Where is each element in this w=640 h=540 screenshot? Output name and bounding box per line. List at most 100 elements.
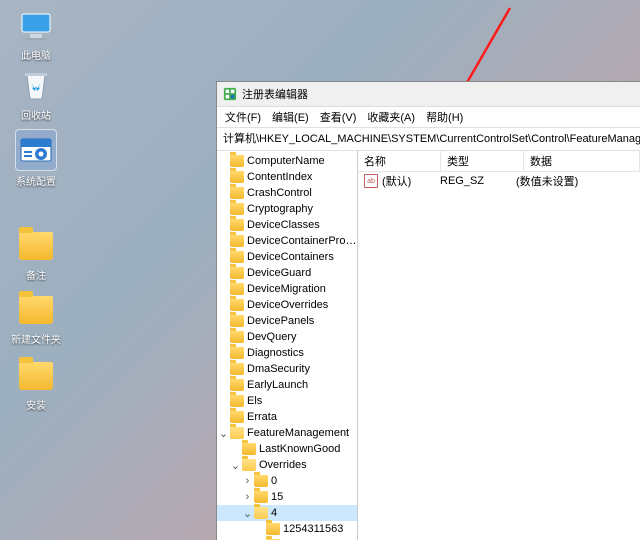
desktop-icon-folder-3[interactable]: 安装	[6, 358, 66, 412]
tree-key-label: LastKnownGood	[259, 443, 340, 455]
tree-key-label: ContentIndex	[247, 171, 312, 183]
folder-icon	[230, 379, 244, 391]
tree-key[interactable]: Els	[217, 393, 357, 409]
tree-key[interactable]: DmaSecurity	[217, 361, 357, 377]
folder-icon	[230, 395, 244, 407]
value-data: (数值未设置)	[510, 173, 578, 189]
tree-key[interactable]: DeviceContainers	[217, 249, 357, 265]
value-list[interactable]: 名称 类型 数据 ab (默认) REG_SZ (数值未设置)	[358, 151, 640, 540]
regedit-window: 注册表编辑器 文件(F) 编辑(E) 查看(V) 收藏夹(A) 帮助(H) 计算…	[216, 81, 640, 540]
desktop-icon-recycle-bin[interactable]: 回收站	[6, 68, 66, 122]
icon-label: 回收站	[6, 107, 66, 122]
folder-icon	[230, 315, 244, 327]
tree-key-label: DeviceGuard	[247, 267, 311, 279]
folder-icon	[242, 443, 256, 455]
tree-key[interactable]: Cryptography	[217, 201, 357, 217]
folder-icon	[230, 411, 244, 423]
tree-key-label: EarlyLaunch	[247, 379, 308, 391]
chevron-right-icon[interactable]: ›	[241, 475, 254, 487]
tree-key-label: Overrides	[259, 459, 307, 471]
folder-icon	[230, 427, 244, 439]
string-value-icon: ab	[364, 174, 378, 188]
col-type[interactable]: 类型	[441, 151, 524, 171]
tree-key-label: DeviceMigration	[247, 283, 326, 295]
tree-key-label: CrashControl	[247, 187, 312, 199]
icon-label: 此电脑	[6, 47, 66, 62]
folder-icon	[230, 267, 244, 279]
menu-view[interactable]: 查看(V)	[316, 108, 361, 126]
regedit-icon	[223, 87, 237, 101]
value-name: (默认)	[382, 173, 411, 189]
folder-icon	[230, 331, 244, 343]
chevron-down-icon[interactable]: ⌄	[229, 459, 242, 472]
col-data[interactable]: 数据	[524, 151, 640, 171]
desktop-icon-folder-2[interactable]: 新建文件夹	[6, 292, 66, 346]
icon-label: 安装	[6, 397, 66, 412]
tree-key[interactable]: DeviceContainerPropertyUpda	[217, 233, 357, 249]
icon-label: 备注	[6, 267, 66, 282]
folder-icon	[230, 219, 244, 231]
tree-key-label: Errata	[247, 411, 277, 423]
chevron-right-icon[interactable]: ›	[241, 491, 254, 503]
tree-key-label: DeviceOverrides	[247, 299, 328, 311]
value-type: REG_SZ	[434, 175, 510, 187]
folder-icon	[230, 187, 244, 199]
folder-icon	[254, 475, 268, 487]
tree-key-label: Cryptography	[247, 203, 313, 215]
tree-key[interactable]: DeviceClasses	[217, 217, 357, 233]
value-row[interactable]: ab (默认) REG_SZ (数值未设置)	[358, 172, 640, 190]
tree-key[interactable]: ›0	[217, 473, 357, 489]
tree-key-label: 4	[271, 507, 277, 519]
tree-key-label: 0	[271, 475, 277, 487]
tree-key-label: DeviceClasses	[247, 219, 320, 231]
chevron-down-icon[interactable]: ⌄	[241, 507, 254, 520]
tree-key[interactable]: ›15	[217, 489, 357, 505]
tree-key[interactable]: DeviceOverrides	[217, 297, 357, 313]
menu-help[interactable]: 帮助(H)	[422, 108, 467, 126]
list-header: 名称 类型 数据	[358, 151, 640, 172]
tree-key-label: DevQuery	[247, 331, 297, 343]
desktop-icon-folder-1[interactable]: 备注	[6, 228, 66, 282]
tree-key[interactable]: ⌄4	[217, 505, 357, 521]
key-tree[interactable]: ComputerName ContentIndex CrashControl Cryp…	[217, 151, 358, 540]
col-name[interactable]: 名称	[358, 151, 441, 171]
tree-key-label: Els	[247, 395, 262, 407]
tree-key[interactable]: ⌄ Overrides	[217, 457, 357, 473]
title-bar[interactable]: 注册表编辑器	[217, 82, 640, 107]
folder-icon	[254, 507, 268, 519]
tree-key[interactable]: DevicePanels	[217, 313, 357, 329]
icon-label: 系统配置	[6, 173, 66, 188]
tree-key[interactable]: ComputerName	[217, 153, 357, 169]
folder-icon	[230, 235, 244, 247]
folder-icon	[230, 171, 244, 183]
tree-key-label: DmaSecurity	[247, 363, 310, 375]
tree-key[interactable]: ⌄FeatureManagement	[217, 425, 357, 441]
tree-key[interactable]: DeviceGuard	[217, 265, 357, 281]
menu-edit[interactable]: 编辑(E)	[268, 108, 313, 126]
window-title: 注册表编辑器	[242, 86, 308, 102]
tree-key[interactable]: EarlyLaunch	[217, 377, 357, 393]
tree-key[interactable]: CrashControl	[217, 185, 357, 201]
icon-label: 新建文件夹	[6, 331, 66, 346]
tree-key[interactable]: ContentIndex	[217, 169, 357, 185]
tree-key-label: DeviceContainerPropertyUpda	[247, 235, 357, 247]
desktop-icon-pc[interactable]: 此电脑	[6, 8, 66, 62]
tree-key-label: ComputerName	[247, 155, 325, 167]
menu-file[interactable]: 文件(F)	[221, 108, 265, 126]
tree-key-label: 1254311563	[283, 523, 343, 535]
address-bar[interactable]: 计算机\HKEY_LOCAL_MACHINE\SYSTEM\CurrentCon…	[217, 128, 640, 151]
tree-key[interactable]: DeviceMigration	[217, 281, 357, 297]
folder-icon	[230, 299, 244, 311]
menu-favorites[interactable]: 收藏夹(A)	[363, 108, 419, 126]
chevron-down-icon[interactable]: ⌄	[217, 427, 230, 440]
tree-key[interactable]: DevQuery	[217, 329, 357, 345]
folder-icon	[230, 283, 244, 295]
desktop-icon-sysconfig[interactable]: 系统配置	[6, 130, 66, 188]
tree-key[interactable]: Errata	[217, 409, 357, 425]
tree-key[interactable]: Diagnostics	[217, 345, 357, 361]
tree-key[interactable]: 1254311563	[217, 521, 357, 537]
folder-icon	[242, 459, 256, 471]
tree-key-label: DeviceContainers	[247, 251, 334, 263]
folder-icon	[230, 347, 244, 359]
tree-key[interactable]: LastKnownGood	[217, 441, 357, 457]
